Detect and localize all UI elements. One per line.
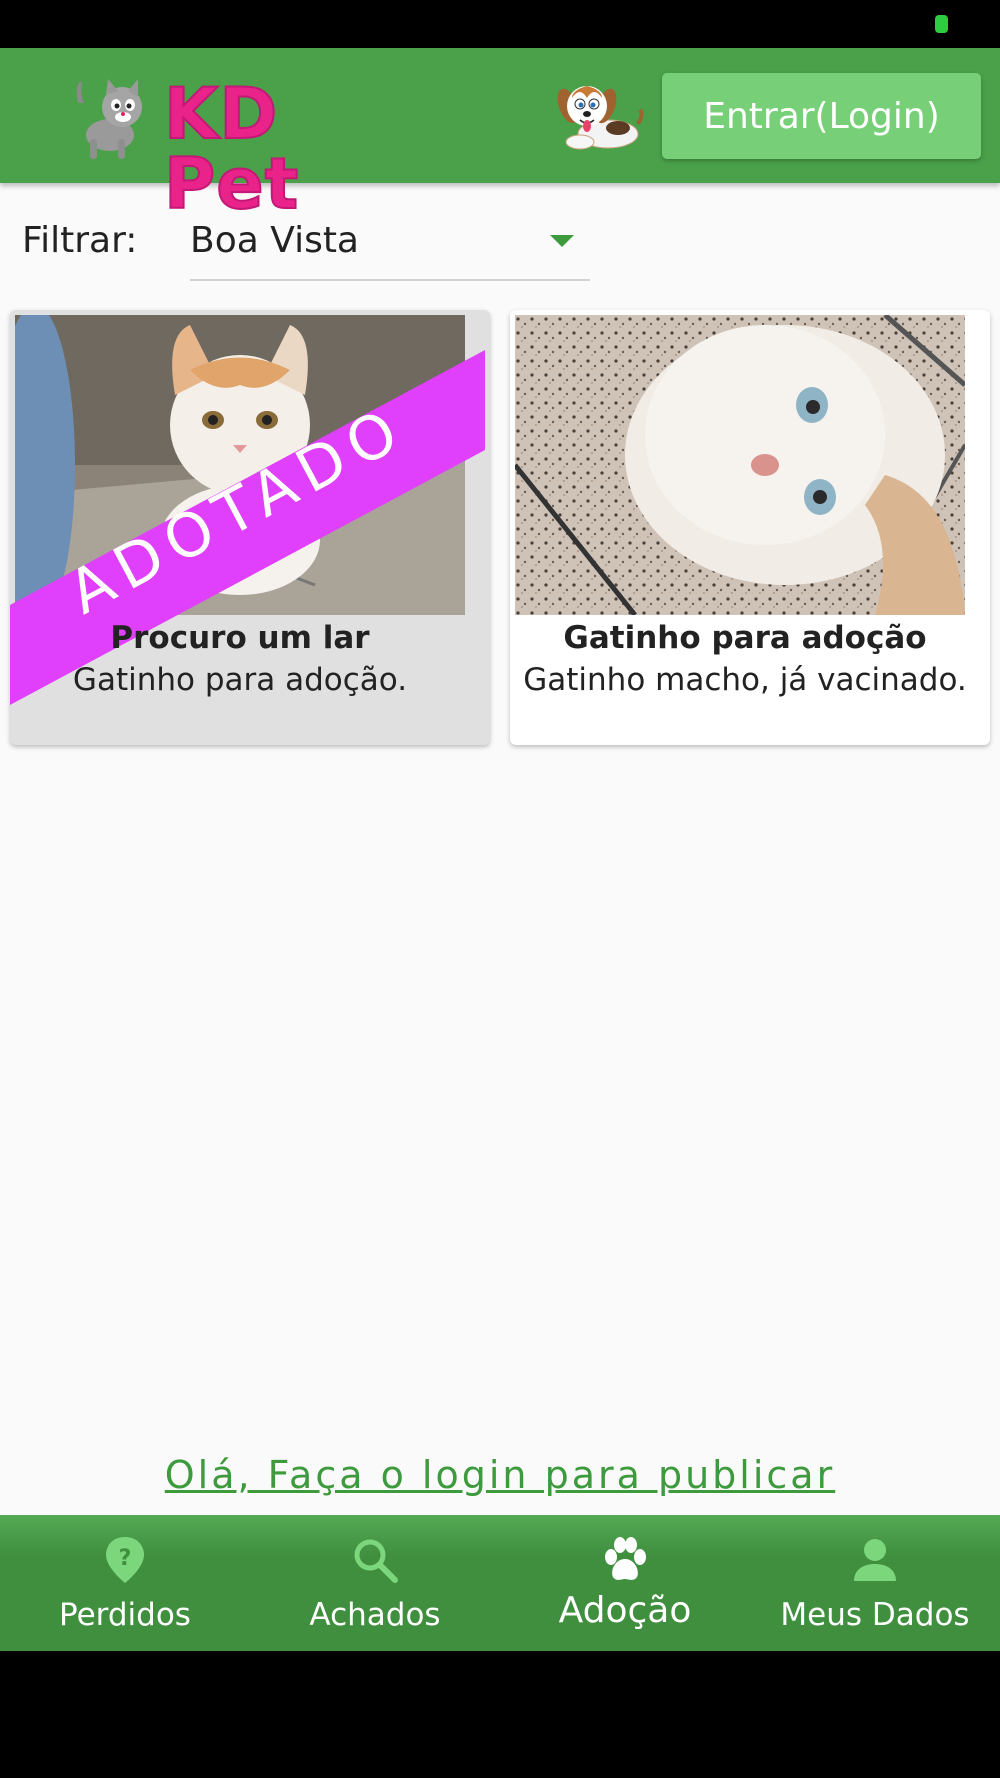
login-button[interactable]: Entrar(Login)	[662, 73, 981, 159]
post-title: Procuro um lar	[110, 620, 370, 656]
dog-mascot-icon	[550, 76, 644, 156]
nav-label: Adoção	[558, 1590, 692, 1631]
app-logo: KD Pet	[72, 73, 432, 220]
pin-question-icon: ?	[106, 1537, 144, 1583]
cat-logo-icon	[76, 79, 142, 159]
nav-label: Perdidos	[59, 1597, 191, 1633]
brand-title: KD Pet	[163, 73, 300, 225]
main-content: Filtrar: Boa Vista ADOTADO Procuro um la…	[0, 183, 1000, 1515]
nav-item-meus-dados[interactable]: Meus Dados	[750, 1515, 1000, 1651]
post-card[interactable]: Gatinho para adoção Gatinho macho, já va…	[510, 310, 990, 745]
app-bar: KD Pet Entrar(Login)	[0, 48, 1000, 220]
filter-selected-value: Boa Vista	[190, 220, 359, 261]
status-bar	[0, 0, 1000, 48]
post-description: Gatinho macho, já vacinado.	[523, 662, 967, 698]
person-icon	[854, 1539, 896, 1581]
svg-text:?: ?	[119, 1546, 132, 1571]
paw-icon	[605, 1537, 646, 1580]
search-icon	[354, 1539, 398, 1583]
kitten-photo-image	[515, 315, 965, 615]
cat-photo-image	[15, 315, 465, 615]
bottom-navigation: ? Perdidos Achados Adoção Meus Dados	[0, 1515, 1000, 1651]
nav-item-achados[interactable]: Achados	[250, 1515, 500, 1651]
nav-item-adocao[interactable]: Adoção	[500, 1515, 750, 1651]
login-to-publish-link[interactable]: Olá, Faça o login para publicar	[0, 1453, 1000, 1497]
battery-indicator-icon	[935, 15, 948, 33]
nav-item-perdidos[interactable]: ? Perdidos	[0, 1515, 250, 1651]
dropdown-arrow-icon	[550, 235, 574, 247]
post-description: Gatinho para adoção.	[72, 662, 408, 698]
post-title: Gatinho para adoção	[563, 620, 927, 656]
nav-label: Achados	[309, 1597, 441, 1633]
post-card[interactable]: ADOTADO Procuro um lar Gatinho para adoç…	[10, 310, 490, 745]
filter-label: Filtrar:	[22, 220, 138, 261]
nav-label: Meus Dados	[780, 1597, 970, 1633]
system-navigation-area	[0, 1651, 1000, 1778]
